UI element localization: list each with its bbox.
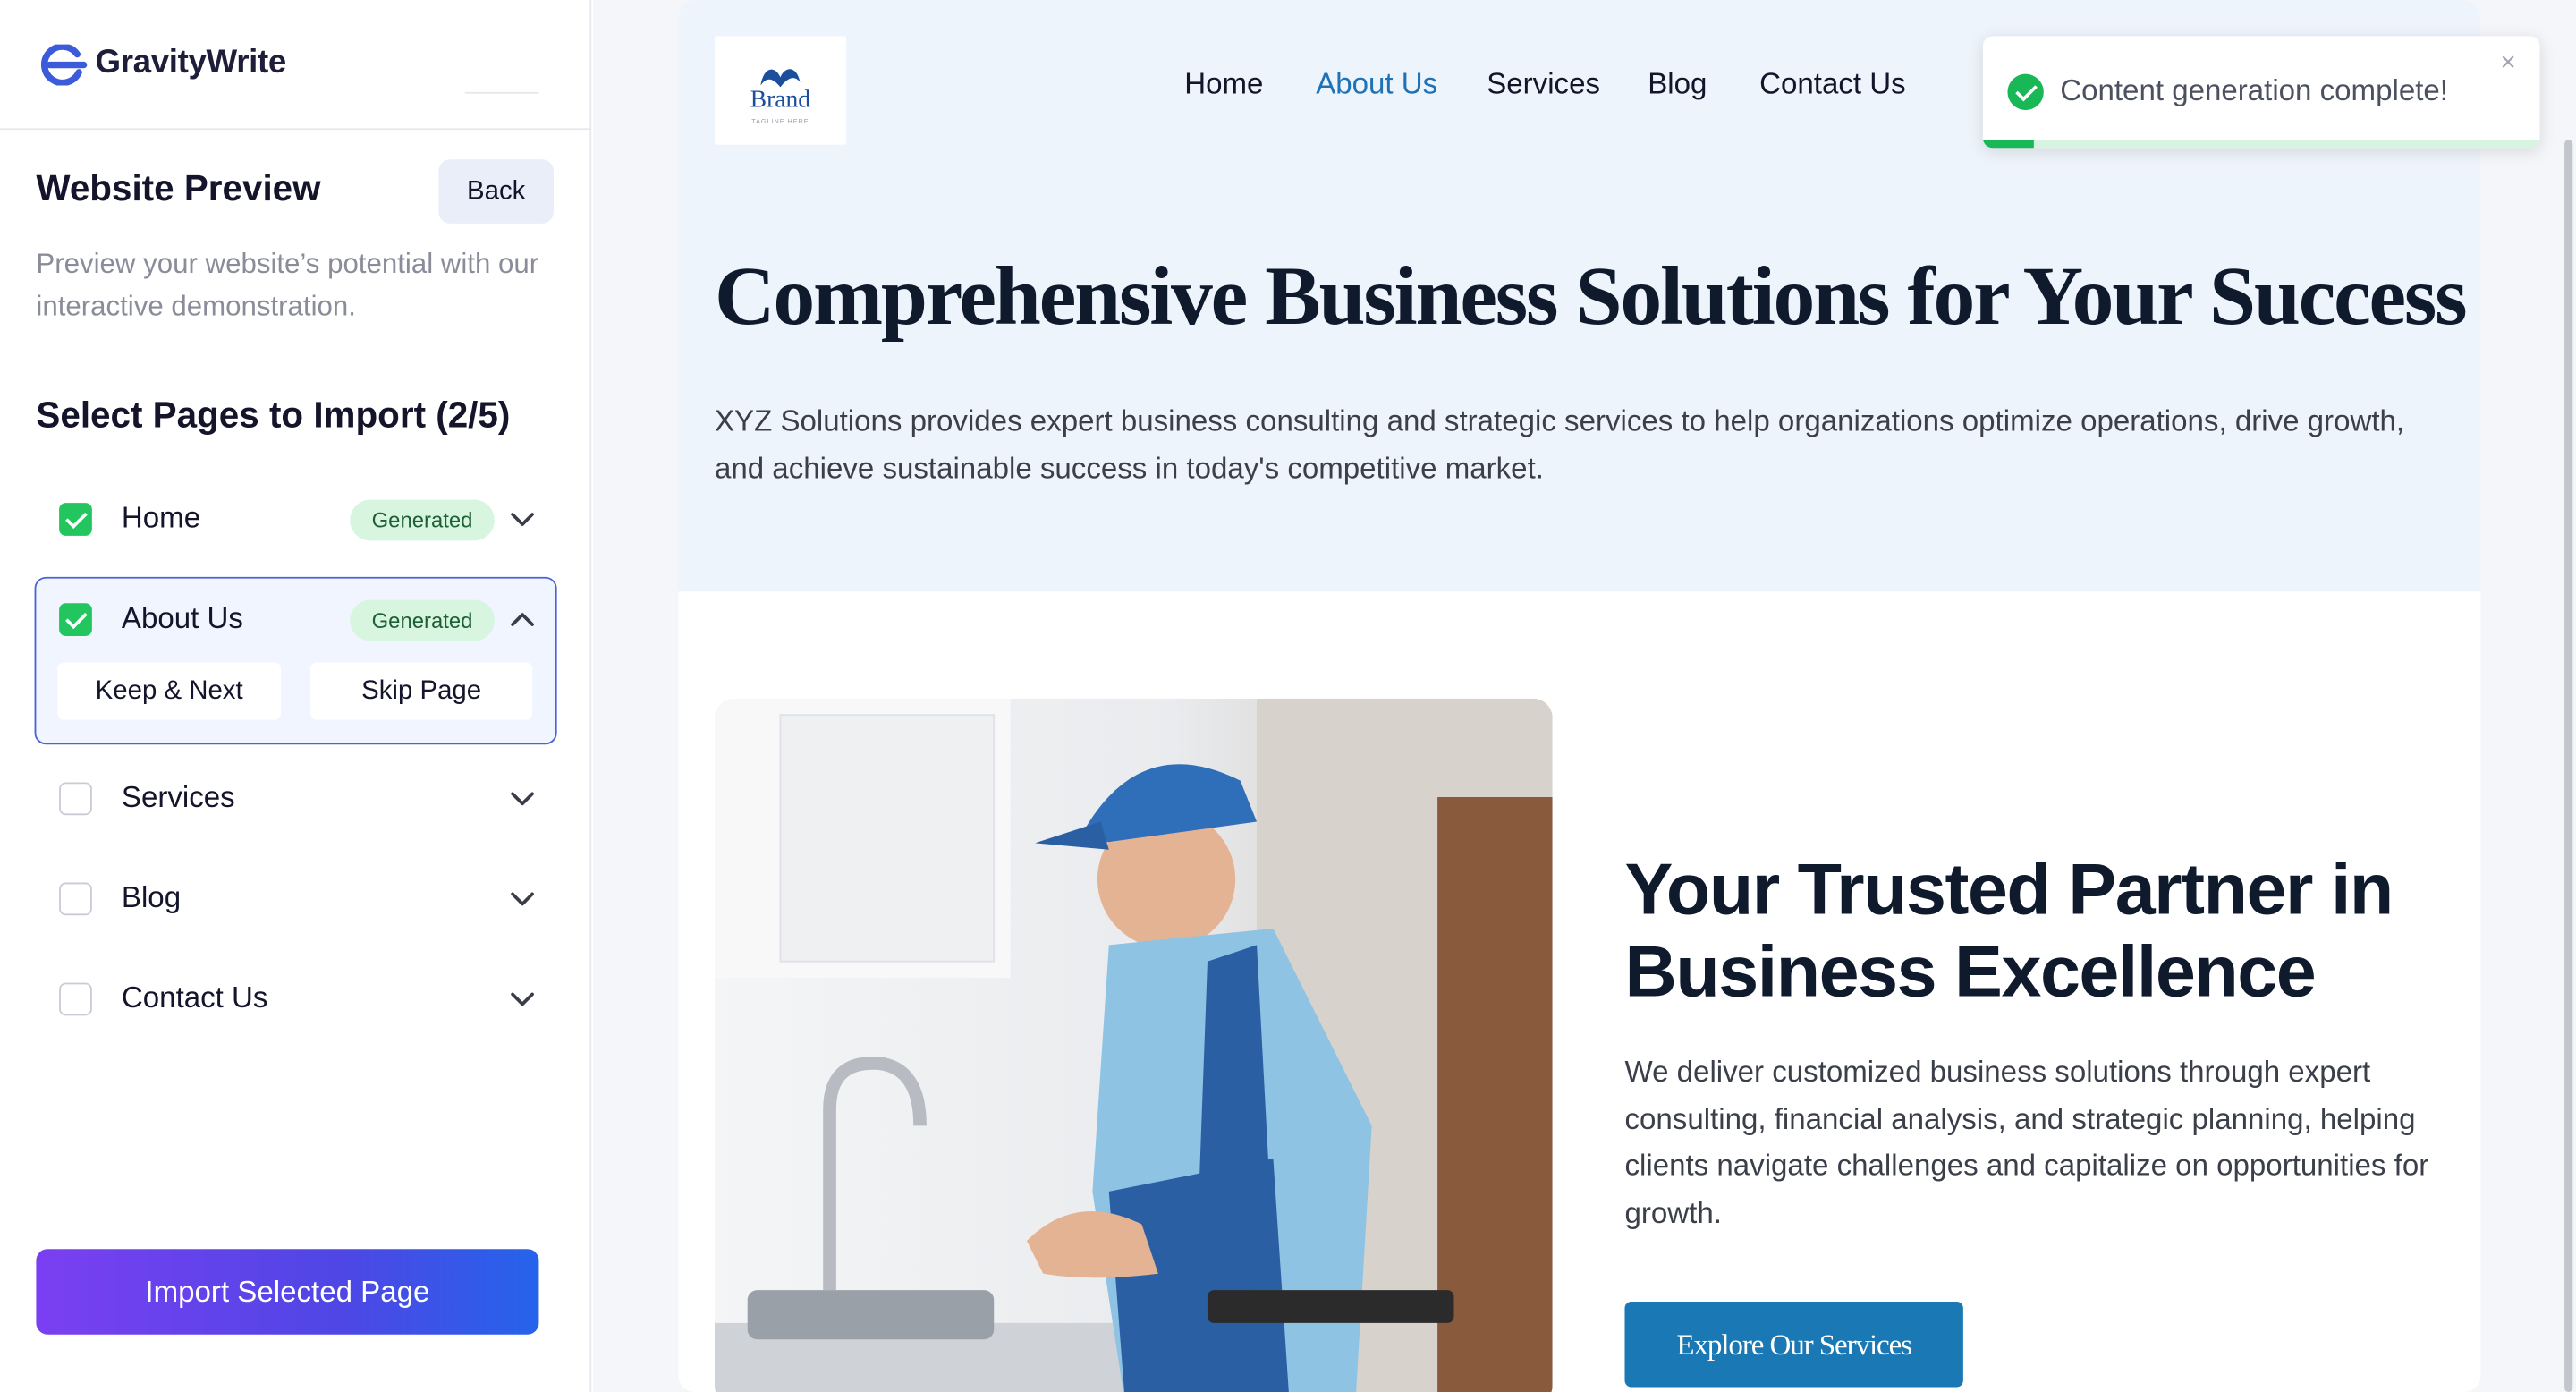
photo-illustration [714,698,1553,1392]
logo-row: GravityWrite [0,0,592,131]
panel-title: Website Preview [36,167,321,209]
app-root: GravityWrite Website Preview Back Previe… [0,0,2576,1392]
website-preview: Brand TAGLINE HERE Home About Us Service… [678,0,2481,1392]
plumber-photo [714,698,1553,1392]
nav-about-us[interactable]: About Us [1316,67,1437,102]
toast-progress-track [1982,140,2540,149]
section-title: Your Trusted Partner in Business Excelle… [1624,849,2394,1013]
page-item-label: Contact Us [121,980,268,1014]
nav-home[interactable]: Home [1184,67,1263,102]
page-item-about-us[interactable]: About Us Generated [36,580,555,658]
chevron-down-icon[interactable] [508,984,538,1014]
success-toast: Content generation complete! × [1982,36,2540,149]
page-item-services[interactable]: Services [36,760,555,838]
sidebar: GravityWrite Website Preview Back Previe… [0,0,592,1392]
checkbox-blog[interactable] [59,882,92,916]
brand-logo[interactable]: Brand TAGLINE HERE [714,36,846,145]
checkbox-contact-us[interactable] [59,982,92,1016]
checkbox-about-us[interactable] [59,603,92,636]
page-item-label: Home [121,501,201,535]
scrollbar[interactable] [2564,140,2573,1392]
chevron-down-icon[interactable] [508,884,538,913]
select-pages-title: Select Pages to Import (2/5) [36,394,511,436]
keep-next-button[interactable]: Keep & Next [57,662,282,720]
page-item-contact-us[interactable]: Contact Us [36,960,555,1039]
divider [464,91,539,94]
app-name: GravityWrite [95,44,287,81]
brand-name: Brand [750,87,811,114]
status-badge: Generated [350,599,495,641]
brand-tagline: TAGLINE HERE [751,116,809,125]
gravitywrite-logo-icon [40,44,88,86]
page-item-label: Services [121,780,235,814]
import-selected-page-button[interactable]: Import Selected Page [36,1249,539,1335]
explore-services-button[interactable]: Explore Our Services [1624,1301,1963,1388]
toast-message: Content generation complete! [2060,73,2448,107]
skip-page-button[interactable]: Skip Page [310,662,533,720]
toast-progress-fill [1982,140,2033,149]
status-badge: Generated [350,499,495,541]
nav-blog[interactable]: Blog [1648,67,1707,102]
close-icon[interactable]: × [2500,49,2515,79]
hero-title: Comprehensive Business Solutions for You… [714,251,2468,344]
nav-contact-us[interactable]: Contact Us [1759,67,1906,102]
page-item-label: About Us [121,601,243,635]
nav-services[interactable]: Services [1487,67,1600,102]
hero-text: XYZ Solutions provides expert business c… [714,403,2405,485]
section-text: We deliver customized business solutions… [1624,1055,2429,1229]
page-item-home[interactable]: Home Generated [36,480,555,558]
check-circle-icon [2007,73,2044,111]
page-item-blog[interactable]: Blog [36,860,555,938]
page-item-label: Blog [121,880,182,914]
panel-description: Preview your website’s potential with ou… [36,248,539,323]
checkbox-services[interactable] [59,782,92,816]
chevron-down-icon[interactable] [508,505,538,534]
back-button[interactable]: Back [438,159,554,224]
chevron-down-icon[interactable] [508,784,538,813]
checkbox-home[interactable] [59,503,92,536]
chevron-up-icon[interactable] [508,605,538,634]
